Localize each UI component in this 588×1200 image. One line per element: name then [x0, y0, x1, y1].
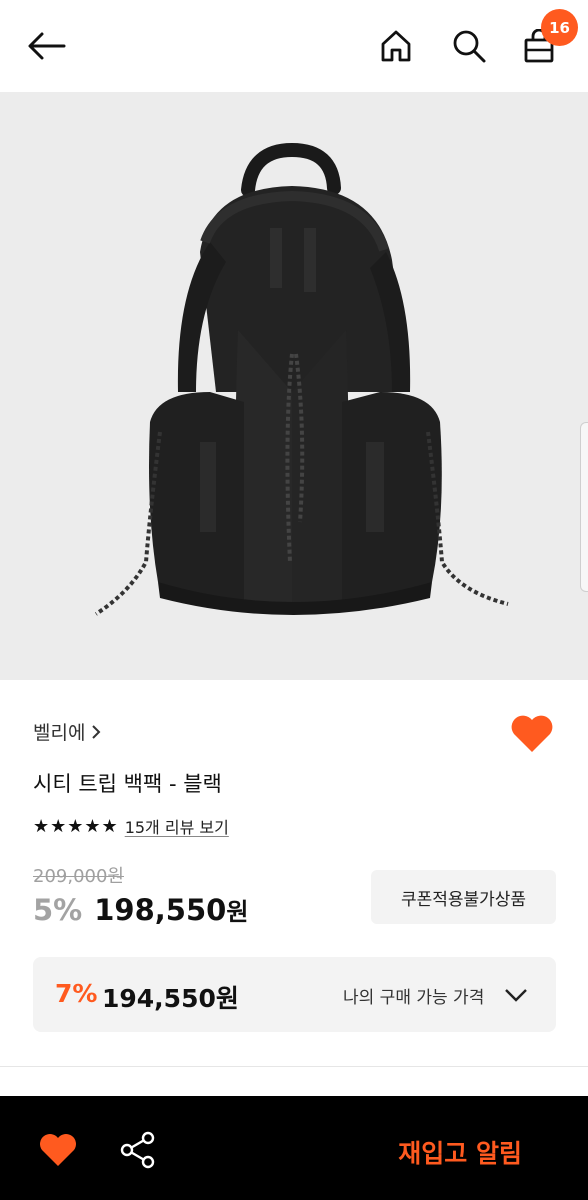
sale-price-currency: 원 — [226, 898, 249, 926]
search-button[interactable] — [447, 24, 491, 68]
coupon-unavailable-badge: 쿠폰적용불가상품 — [371, 870, 556, 924]
product-image[interactable] — [0, 92, 588, 680]
back-button[interactable] — [24, 24, 68, 68]
star-rating: ★★★★★ — [33, 815, 119, 837]
product-title: 시티 트립 백팩 - 블랙 — [33, 772, 222, 796]
restock-alert-button[interactable]: 재입고 알림 — [398, 1134, 522, 1170]
search-icon — [453, 30, 486, 63]
original-price: 209,000원 — [33, 866, 124, 887]
arrow-left-icon — [28, 32, 66, 60]
sale-price-value: 198,550 — [94, 893, 227, 927]
discount-rate: 5% — [33, 893, 83, 927]
chevron-right-icon — [92, 724, 101, 739]
backpack-image — [94, 142, 509, 616]
sale-price-row: 5% 198,550원 — [33, 892, 248, 927]
review-link[interactable]: 15개 리뷰 보기 — [125, 814, 229, 838]
rating-row: ★★★★★ 15개 리뷰 보기 — [33, 814, 229, 838]
my-price-value: 194,550원 — [102, 984, 239, 1013]
section-divider — [0, 1066, 588, 1067]
my-price-toggle[interactable]: 7% 194,550원 나의 구매 가능 가격 — [33, 957, 556, 1032]
sale-price: 198,550원 — [94, 892, 248, 927]
share-icon[interactable] — [118, 1130, 158, 1170]
brand-name: 벨리에 — [33, 722, 86, 744]
home-button[interactable] — [374, 24, 418, 68]
my-discount-rate: 7% — [55, 979, 98, 1008]
image-scroll-handle[interactable] — [580, 422, 588, 592]
wishlist-heart-icon[interactable] — [509, 712, 555, 754]
wishlist-heart-icon[interactable] — [38, 1132, 78, 1168]
brand-link[interactable]: 벨리에 — [33, 718, 101, 745]
chevron-down-icon — [505, 989, 527, 1002]
cart-count-badge: 16 — [541, 9, 578, 46]
my-price-label: 나의 구매 가능 가격 — [343, 988, 485, 1008]
top-bar: 16 — [0, 0, 588, 92]
bottom-action-bar: 재입고 알림 — [0, 1096, 588, 1200]
home-icon — [381, 30, 411, 62]
